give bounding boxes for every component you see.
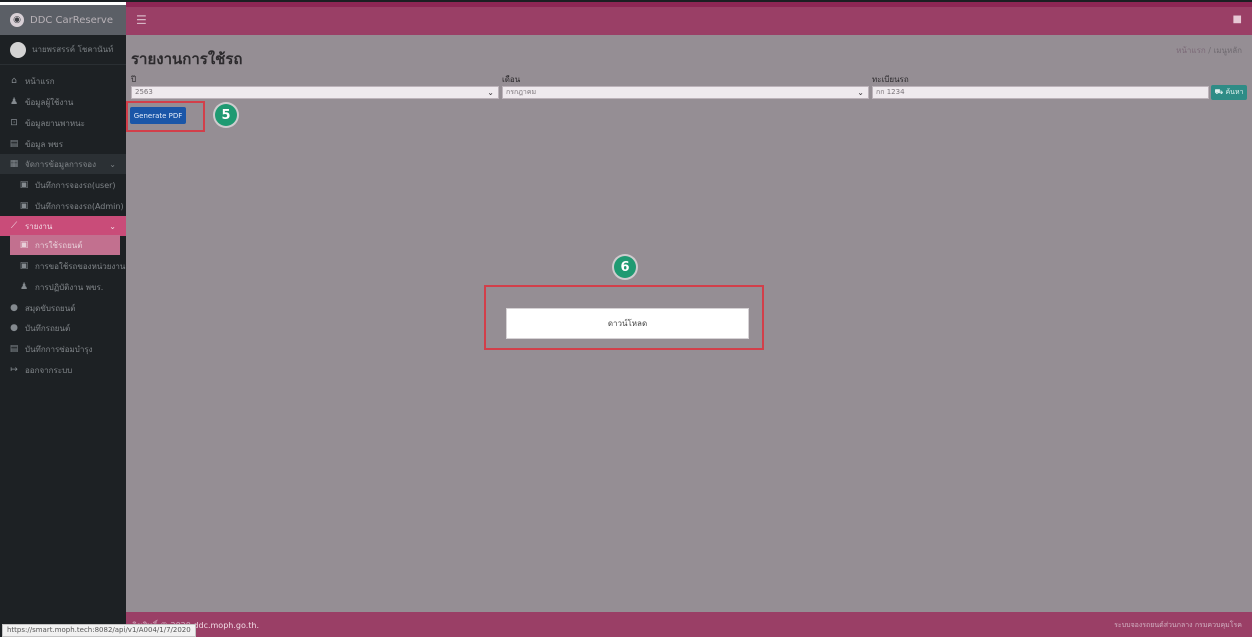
sidebar-item-label: รายงาน <box>25 221 53 231</box>
page-title: รายงานการใช้รถ <box>131 50 243 68</box>
brand-logo-icon: ◉ <box>10 13 24 27</box>
report-icon: ▣ <box>19 240 29 250</box>
chevron-down-icon: ⌄ <box>109 159 116 169</box>
sidebar-item-booking-admin[interactable]: ▣ บันทึกการจองรถ(Admin) <box>0 196 126 216</box>
id-card-icon: ▤ <box>9 139 19 149</box>
car-icon: ● <box>10 323 18 333</box>
footer-site-link[interactable]: ddc.moph.go.th. <box>193 621 259 630</box>
sidebar-item-label: การขอใช้รถของหน่วยงาน <box>35 261 126 271</box>
avatar <box>10 41 26 58</box>
line-chart-icon: ⟋ <box>10 221 18 231</box>
highlight-box-step6 <box>484 285 764 350</box>
sidebar-item-logout[interactable]: ↦ ออกจากระบบ <box>0 360 126 380</box>
sidebar: นายพรสรรค์ โชคานันท์ ⌂ หน้าแรก ♟ ข้อมูลผ… <box>0 35 126 637</box>
plate-input-placeholder: กก 1234 <box>876 88 905 96</box>
status-bar-url: https://smart.moph.tech:8082/api/v1/A004… <box>2 624 196 637</box>
sidebar-item-users[interactable]: ♟ ข้อมูลผู้ใช้งาน <box>0 92 126 112</box>
sidebar-item-label: จัดการข้อมูลการจอง <box>25 159 96 169</box>
sidebar-item-label: การใช้รถยนต์ <box>35 240 83 250</box>
year-label: ปี <box>131 75 137 84</box>
sidebar-item-reports[interactable]: ⟋ รายงาน ⌄ <box>0 216 126 236</box>
footer: ลิขสิทธิ์ © 2020 ddc.moph.go.th. ระบบจอง… <box>126 612 1252 637</box>
footer-org: ระบบจองรถยนต์ส่วนกลาง กรมควบคุมโรค <box>1114 621 1242 629</box>
sidebar-item-manage-bookings[interactable]: ▦ จัดการข้อมูลการจอง ⌄ <box>0 154 126 174</box>
sidebar-item-label: สมุดขับรถยนต์ <box>25 303 76 313</box>
month-select[interactable]: กรกฎาคม ⌄ <box>502 86 869 99</box>
highlight-box-step5 <box>126 101 205 132</box>
step-badge-6: 6 <box>614 256 636 278</box>
month-label: เดือน <box>502 75 521 84</box>
breadcrumb-separator: / <box>1208 46 1211 55</box>
step-badge-5: 5 <box>215 104 237 126</box>
month-select-value: กรกฎาคม <box>506 88 537 96</box>
search-button[interactable]: ⛟ ค้นหา <box>1211 85 1247 100</box>
chevron-down-icon: ⌄ <box>109 221 116 231</box>
report-icon: ▣ <box>19 261 29 271</box>
sidebar-item-label: ออกจากระบบ <box>25 365 73 375</box>
breadcrumb: หน้าแรก / เมนูหลัก <box>1176 44 1242 57</box>
user-panel[interactable]: นายพรสรรค์ โชคานันท์ <box>0 35 126 65</box>
calendar-check-icon: ▣ <box>19 201 29 211</box>
grid-icon[interactable]: ■ <box>1233 14 1242 25</box>
sidebar-item-label: หน้าแรก <box>25 76 55 86</box>
year-select-value: 2563 <box>135 88 153 96</box>
plate-label: ทะเบียนรถ <box>872 75 909 84</box>
sidebar-item-logbook[interactable]: ● สมุดขับรถยนต์ <box>0 298 126 318</box>
sidebar-item-drivers[interactable]: ▤ ข้อมูล พขร <box>0 134 126 154</box>
sidebar-item-vehicles[interactable]: ⊡ ข้อมูลยานพาหนะ <box>0 113 126 133</box>
sidebar-item-dept-requests[interactable]: ▣ การขอใช้รถของหน่วยงาน <box>0 256 126 276</box>
plate-input[interactable]: กก 1234 <box>872 86 1209 99</box>
app-window: ◉ DDC CarReserve ☰ ■ นายพรสรรค์ โชคานันท… <box>0 0 1252 637</box>
calendar-check-icon: ▣ <box>19 180 29 190</box>
sidebar-item-car-usage[interactable]: ▣ การใช้รถยนต์ <box>10 235 120 255</box>
user-icon: ♟ <box>19 282 29 292</box>
user-icon: ♟ <box>9 97 19 107</box>
chevron-down-icon: ⌄ <box>487 88 494 97</box>
user-name: นายพรสรรค์ โชคานันท์ <box>32 45 114 54</box>
chevron-down-icon: ⌄ <box>857 88 864 97</box>
sidebar-item-home[interactable]: ⌂ หน้าแรก <box>0 71 126 91</box>
id-card-icon: ▤ <box>9 344 19 354</box>
menu-toggle-icon[interactable]: ☰ <box>136 14 147 26</box>
breadcrumb-current: เมนูหลัก <box>1213 46 1243 55</box>
sidebar-item-car-records[interactable]: ● บันทึกรถยนต์ <box>0 318 126 338</box>
car-icon: ● <box>10 303 18 313</box>
brand-title: DDC CarReserve <box>30 14 113 26</box>
sidebar-item-maintenance[interactable]: ▤ บันทึกการซ่อมบำรุง <box>0 339 126 359</box>
top-navbar: ☰ ■ <box>126 7 1252 35</box>
sidebar-item-label: ข้อมูล พขร <box>25 139 64 149</box>
sidebar-item-label: บันทึกการจองรถ(Admin) <box>35 201 124 211</box>
logout-icon: ↦ <box>10 365 18 375</box>
sidebar-item-label: บันทึกรถยนต์ <box>25 323 71 333</box>
sidebar-item-label: การปฏิบัติงาน พขร. <box>35 282 104 292</box>
sidebar-item-booking-user[interactable]: ▣ บันทึกการจองรถ(user) <box>0 175 126 195</box>
sidebar-item-label: ข้อมูลผู้ใช้งาน <box>25 97 74 107</box>
year-select[interactable]: 2563 ⌄ <box>131 86 499 99</box>
brand-bar[interactable]: ◉ DDC CarReserve <box>0 5 126 35</box>
calendar-icon: ▦ <box>9 159 19 169</box>
home-icon: ⌂ <box>11 76 17 86</box>
breadcrumb-home-link[interactable]: หน้าแรก <box>1176 46 1206 55</box>
sidebar-item-label: ข้อมูลยานพาหนะ <box>25 118 85 128</box>
main-content: รายงานการใช้รถ หน้าแรก / เมนูหลัก ปี 256… <box>126 35 1252 612</box>
sidebar-item-label: บันทึกการจองรถ(user) <box>35 180 116 190</box>
sidebar-item-driver-work[interactable]: ♟ การปฏิบัติงาน พขร. <box>0 277 126 297</box>
sidebar-item-label: บันทึกการซ่อมบำรุง <box>25 344 93 354</box>
car-icon: ⊡ <box>10 118 18 128</box>
